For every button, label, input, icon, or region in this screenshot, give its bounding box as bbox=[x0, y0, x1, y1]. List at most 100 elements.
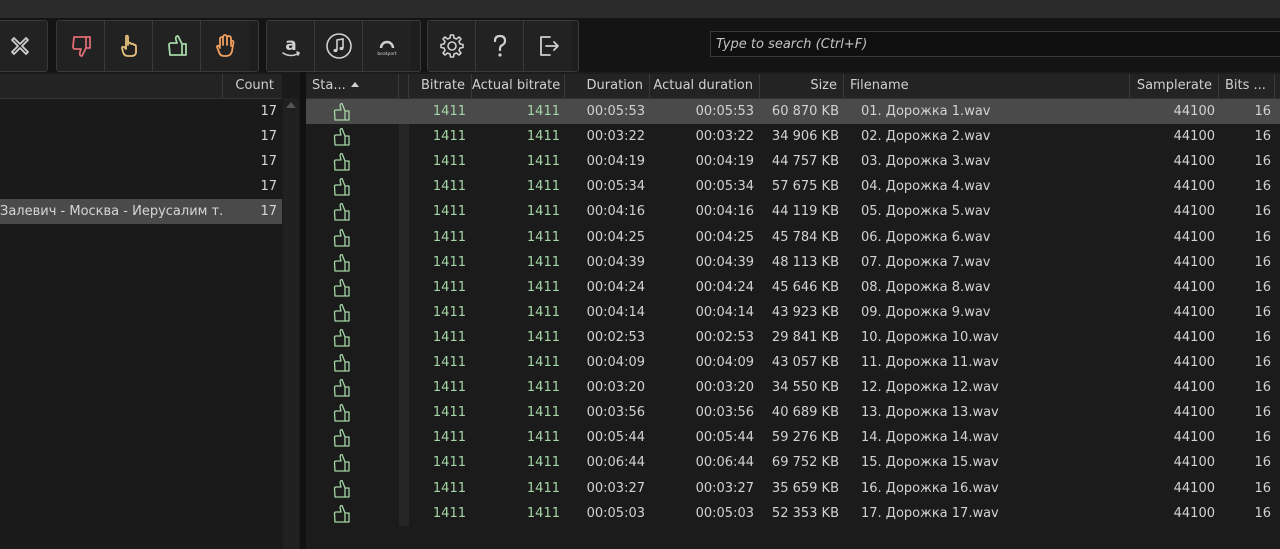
table-row[interactable]: 1411 1411 00:02:53 00:02:53 29 841 KB 10. Дор… bbox=[306, 325, 1280, 350]
left-panel-item[interactable]: Залевич - Москва - Иерусалим т... 17 bbox=[0, 199, 282, 224]
actual-duration-column-header[interactable]: Actual duration bbox=[650, 74, 760, 98]
beatport-icon: beatport bbox=[377, 40, 397, 57]
bits-cell: 16 bbox=[1254, 455, 1271, 471]
left-panel-item[interactable]: 17 bbox=[0, 99, 282, 124]
thumbs-up-icon bbox=[333, 328, 350, 347]
exit-button[interactable] bbox=[524, 21, 572, 71]
actual-bitrate-cell: 1411 bbox=[526, 329, 560, 345]
scroll-up-icon[interactable] bbox=[286, 102, 296, 108]
table-row[interactable]: 1411 1411 00:05:53 00:05:53 60 870 KB 01. Дор… bbox=[306, 99, 1280, 124]
size-cell: 44 757 KB bbox=[771, 154, 839, 170]
pointing-hand-button[interactable] bbox=[105, 21, 153, 71]
table-row[interactable]: 1411 1411 00:03:20 00:03:20 34 550 KB 12. Дор… bbox=[306, 375, 1280, 400]
thumbs-up-icon bbox=[333, 504, 350, 523]
bitrate-cell: 1411 bbox=[432, 355, 466, 370]
amazon-icon: a bbox=[281, 35, 300, 57]
actual-bitrate-cell: 1411 bbox=[526, 129, 560, 145]
left-panel-item-count: 17 bbox=[260, 104, 277, 119]
table-row[interactable]: 1411 1411 00:03:27 00:03:27 35 659 KB 16. Дор… bbox=[306, 476, 1280, 501]
blank-column-header[interactable] bbox=[399, 74, 409, 98]
left-name-column-header[interactable] bbox=[0, 74, 223, 98]
table-row[interactable]: 1411 1411 00:04:16 00:04:16 44 119 KB 05. Дор… bbox=[306, 199, 1280, 224]
actual-duration-cell: 00:03:20 bbox=[695, 380, 754, 396]
thumbs-up-icon bbox=[333, 353, 350, 372]
filename-cell: 09. Дорожка 9.wav bbox=[861, 304, 991, 320]
pointing-hand-icon bbox=[120, 34, 137, 57]
bitrate-cell: 1411 bbox=[432, 304, 466, 320]
bits-cell: 16 bbox=[1254, 304, 1271, 320]
search-input[interactable] bbox=[710, 31, 1280, 57]
extra-column-header[interactable] bbox=[1275, 74, 1280, 98]
thumbs-up-icon bbox=[333, 127, 350, 146]
samplerate-column-header[interactable]: Samplerate bbox=[1130, 74, 1219, 98]
table-row[interactable]: 1411 1411 00:03:56 00:03:56 40 689 KB 13. Дор… bbox=[306, 400, 1280, 425]
bits-cell: 16 bbox=[1254, 179, 1271, 195]
filename-cell: 16. Дорожка 16.wav bbox=[861, 480, 999, 496]
duration-column-header[interactable]: Duration bbox=[565, 74, 650, 98]
bits-cell: 16 bbox=[1254, 204, 1271, 220]
thumbs-up-icon bbox=[333, 203, 350, 222]
samplerate-cell: 44100 bbox=[1173, 380, 1215, 396]
actual-bitrate-cell: 1411 bbox=[526, 430, 560, 446]
amazon-button[interactable]: a bbox=[267, 21, 315, 71]
left-panel-item[interactable]: 17 bbox=[0, 149, 282, 174]
size-column-header[interactable]: Size bbox=[760, 74, 844, 98]
table-row[interactable]: 1411 1411 00:05:34 00:05:34 57 675 KB 04. Дор… bbox=[306, 174, 1280, 199]
beatport-button[interactable]: beatport bbox=[363, 21, 411, 71]
actual-bitrate-cell: 1411 bbox=[526, 204, 560, 220]
table-row[interactable]: 1411 1411 00:05:03 00:05:03 52 353 KB 17. Дор… bbox=[306, 501, 1280, 526]
actual-duration-cell: 00:04:24 bbox=[695, 279, 754, 295]
close-icon bbox=[11, 37, 29, 55]
table-row[interactable]: 1411 1411 00:05:44 00:05:44 59 276 KB 14. Дор… bbox=[306, 425, 1280, 450]
left-panel-item[interactable]: 17 bbox=[0, 174, 282, 199]
bitrate-cell: 1411 bbox=[432, 104, 466, 119]
actual-duration-cell: 00:02:53 bbox=[695, 329, 754, 345]
toolbar-group-app bbox=[427, 20, 579, 72]
bitrate-cell: 1411 bbox=[432, 329, 466, 345]
samplerate-cell: 44100 bbox=[1173, 304, 1215, 320]
table-row[interactable]: 1411 1411 00:04:39 00:04:39 48 113 KB 07. Дор… bbox=[306, 250, 1280, 275]
toolbar-group-stores: a beatport bbox=[266, 20, 421, 72]
actual-bitrate-cell: 1411 bbox=[526, 304, 560, 320]
bits-cell: 16 bbox=[1254, 380, 1271, 396]
settings-button[interactable] bbox=[428, 21, 476, 71]
exit-icon bbox=[540, 36, 559, 56]
samplerate-cell: 44100 bbox=[1173, 104, 1215, 119]
actual-duration-cell: 00:04:09 bbox=[695, 355, 754, 370]
size-cell: 57 675 KB bbox=[771, 179, 839, 195]
table-row[interactable]: 1411 1411 00:04:09 00:04:09 43 057 KB 11. Дор… bbox=[306, 350, 1280, 375]
music-note-icon bbox=[325, 33, 352, 59]
help-button[interactable] bbox=[476, 21, 524, 71]
bitrate-cell: 1411 bbox=[432, 129, 466, 145]
close-button[interactable] bbox=[0, 21, 47, 71]
thumbs-up-icon bbox=[333, 153, 350, 171]
actual-duration-cell: 00:03:22 bbox=[695, 129, 754, 145]
status-column-header[interactable]: Sta... bbox=[306, 74, 399, 98]
table-row[interactable]: 1411 1411 00:04:19 00:04:19 44 757 KB 03. Дор… bbox=[306, 149, 1280, 174]
thumbs-up-button[interactable] bbox=[153, 21, 201, 71]
bits-cell: 16 bbox=[1254, 129, 1271, 145]
bitrate-cell: 1411 bbox=[432, 455, 466, 471]
filename-cell: 13. Дорожка 13.wav bbox=[861, 405, 999, 421]
thumbs-up-icon bbox=[333, 253, 350, 272]
bitrate-cell: 1411 bbox=[432, 229, 466, 245]
table-row[interactable]: 1411 1411 00:03:22 00:03:22 34 906 KB 02. Дор… bbox=[306, 124, 1280, 149]
table-row[interactable]: 1411 1411 00:04:24 00:04:24 45 646 KB 08. Дор… bbox=[306, 275, 1280, 300]
filename-column-header[interactable]: Filename bbox=[844, 74, 1130, 98]
thumbs-down-button[interactable] bbox=[57, 21, 105, 71]
bitrate-column-header[interactable]: Bitrate bbox=[409, 74, 472, 98]
filename-cell: 15. Дорожка 15.wav bbox=[861, 455, 999, 471]
bits-column-header[interactable]: Bits ... bbox=[1219, 74, 1275, 98]
table-row[interactable]: 1411 1411 00:04:14 00:04:14 43 923 KB 09. Дор… bbox=[306, 300, 1280, 325]
filename-cell: 06. Дорожка 6.wav bbox=[861, 229, 991, 245]
actual-bitrate-cell: 1411 bbox=[526, 480, 560, 496]
actual-bitrate-cell: 1411 bbox=[526, 505, 560, 521]
table-row[interactable]: 1411 1411 00:04:25 00:04:25 45 784 KB 06. Дор… bbox=[306, 225, 1280, 250]
actual-bitrate-column-header[interactable]: Actual bitrate bbox=[472, 74, 565, 98]
left-panel-scrollbar[interactable] bbox=[283, 98, 299, 549]
raised-hand-button[interactable] bbox=[201, 21, 249, 71]
count-column-header[interactable]: Count bbox=[222, 74, 280, 98]
music-button[interactable] bbox=[315, 21, 363, 71]
table-row[interactable]: 1411 1411 00:06:44 00:06:44 69 752 KB 15. Дор… bbox=[306, 450, 1280, 475]
left-panel-item[interactable]: 17 bbox=[0, 124, 282, 149]
